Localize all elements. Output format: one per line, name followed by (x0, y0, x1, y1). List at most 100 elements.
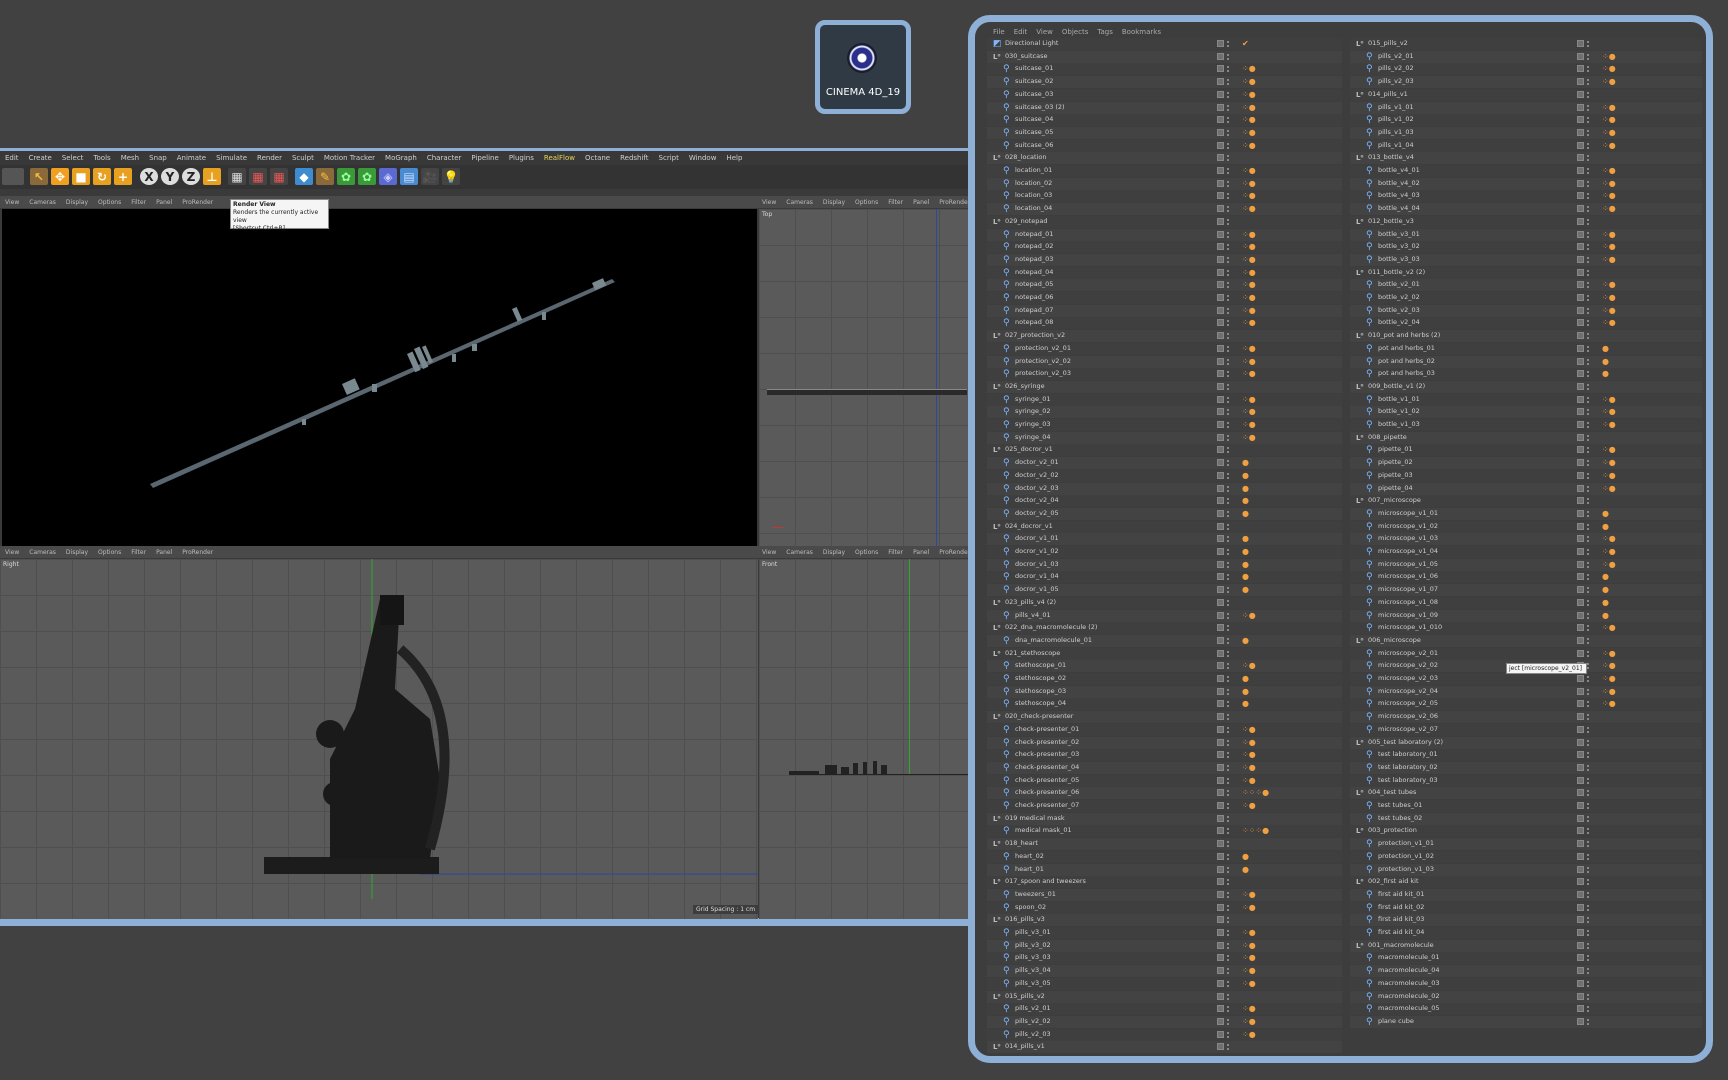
layer-toggle-icon[interactable] (1217, 776, 1224, 784)
visibility-dots-icon[interactable] (1587, 993, 1591, 1000)
layer-toggle-icon[interactable] (1577, 167, 1584, 174)
visibility-dots-icon[interactable] (1587, 955, 1591, 962)
layer-toggle-icon[interactable] (1217, 865, 1224, 873)
layer-toggle-icon[interactable] (1577, 408, 1584, 416)
tree-object-row[interactable]: ⚲ suitcase_03 ⁘● (987, 88, 1342, 101)
layer-toggle-icon[interactable] (1217, 509, 1224, 517)
layer-toggle-icon[interactable] (1217, 484, 1224, 492)
tree-object-row[interactable]: ⚲ docror_v1_02 ● (987, 546, 1342, 558)
visibility-dots-icon[interactable] (1587, 612, 1591, 619)
material-tags[interactable]: ⁘● (1602, 179, 1616, 189)
tree-object-row[interactable]: ⚲ spoon_02 ⁘● (987, 901, 1342, 914)
material-tags[interactable]: ● (1242, 699, 1249, 709)
material-tags[interactable]: ● (1242, 547, 1249, 557)
layer-toggle-icon[interactable] (1217, 954, 1224, 962)
menu-window[interactable]: Window (689, 154, 717, 162)
visibility-dots-icon[interactable] (1227, 434, 1231, 441)
layer-toggle-icon[interactable] (1217, 624, 1224, 632)
material-tags[interactable]: ● (1602, 369, 1609, 379)
layer-toggle-icon[interactable] (1577, 738, 1584, 746)
visibility-dots-icon[interactable] (1587, 41, 1591, 47)
visibility-dots-icon[interactable] (1227, 1044, 1231, 1051)
layer-toggle-icon[interactable] (1577, 700, 1584, 708)
layer-toggle-icon[interactable] (1577, 230, 1584, 238)
material-tags[interactable]: ● (1242, 585, 1249, 595)
tree-group-row[interactable]: L⁰ 015_pills_v2 (1350, 38, 1702, 50)
tree-object-row[interactable]: ⚲ microscope_v2_06 (1350, 711, 1702, 724)
visibility-dots-icon[interactable] (1227, 117, 1231, 124)
layer-toggle-icon[interactable] (1217, 929, 1224, 936)
tree-object-row[interactable]: ⚲ pills_v2_03 ⁘● (987, 1028, 1342, 1041)
visibility-dots-icon[interactable] (1587, 764, 1591, 771)
layer-toggle-icon[interactable] (1217, 344, 1224, 352)
layer-toggle-icon[interactable] (1217, 421, 1224, 428)
material-tags[interactable]: ⁘● (1242, 357, 1256, 367)
tree-object-row[interactable]: ⚲ check-presenter_02 ⁘● (987, 736, 1342, 749)
layer-toggle-icon[interactable] (1577, 484, 1584, 492)
layer-toggle-icon[interactable] (1577, 878, 1584, 886)
y-axis-lock-icon[interactable]: Y (161, 168, 179, 185)
layer-toggle-icon[interactable] (1217, 217, 1224, 225)
material-tags[interactable]: ● (1602, 509, 1609, 519)
visibility-dots-icon[interactable] (1587, 91, 1591, 98)
layer-toggle-icon[interactable] (1577, 916, 1584, 924)
tree-object-row[interactable]: ⚲ suitcase_02 ⁘● (987, 76, 1342, 89)
visibility-dots-icon[interactable] (1587, 333, 1591, 340)
tree-object-row[interactable]: ⚲ macromolecule_03 (1350, 977, 1702, 990)
menu-octane[interactable]: Octane (585, 154, 610, 162)
visibility-dots-icon[interactable] (1587, 536, 1591, 543)
layer-toggle-icon[interactable] (1577, 675, 1584, 682)
layer-toggle-icon[interactable] (1217, 103, 1224, 111)
tree-object-row[interactable]: ⚲ test laboratory_01 (1350, 749, 1702, 762)
tree-group-row[interactable]: L⁰ 018_heart (987, 838, 1342, 851)
vp-menu-options[interactable]: Options (98, 199, 121, 206)
visibility-dots-icon[interactable] (1227, 917, 1231, 924)
material-tags[interactable]: ● (1242, 674, 1249, 684)
layer-toggle-icon[interactable] (1217, 281, 1224, 289)
visibility-dots-icon[interactable] (1587, 282, 1591, 289)
menu-render[interactable]: Render (257, 154, 282, 162)
tree-object-row[interactable]: ⚲ bottle_v1_03 ⁘● (1350, 419, 1702, 431)
visibility-dots-icon[interactable] (1227, 790, 1231, 797)
tree-object-row[interactable]: ⚲ syringe_02 ⁘● (987, 406, 1342, 419)
menu-character[interactable]: Character (427, 154, 462, 162)
layer-toggle-icon[interactable] (1577, 967, 1584, 975)
visibility-dots-icon[interactable] (1587, 841, 1591, 848)
vp-menu-display[interactable]: Display (66, 199, 88, 206)
visibility-dots-icon[interactable] (1227, 930, 1231, 936)
visibility-dots-icon[interactable] (1227, 561, 1231, 568)
layer-toggle-icon[interactable] (1217, 611, 1224, 619)
tree-object-row[interactable]: ⚲ pills_v2_01 ⁘● (987, 1003, 1342, 1016)
layer-toggle-icon[interactable] (1577, 116, 1584, 124)
visibility-dots-icon[interactable] (1227, 295, 1231, 301)
material-tags[interactable]: ⁘● (1242, 141, 1256, 151)
layer-toggle-icon[interactable] (1577, 522, 1584, 530)
layer-toggle-icon[interactable] (1577, 509, 1584, 517)
layer-toggle-icon[interactable] (1577, 243, 1584, 251)
layer-toggle-icon[interactable] (1217, 471, 1224, 479)
menu-snap[interactable]: Snap (149, 154, 167, 162)
tree-object-row[interactable]: ⚲ microscope_v1_07 ● (1350, 584, 1702, 597)
material-tags[interactable]: ● (1242, 471, 1249, 481)
tree-object-row[interactable]: ⚲ pills_v4_01 ⁘● (987, 609, 1342, 622)
menu-pipeline[interactable]: Pipeline (471, 154, 498, 162)
visibility-dots-icon[interactable] (1227, 422, 1231, 428)
tree-object-row[interactable]: ⚲ docror_v1_03 ● (987, 558, 1342, 571)
tree-object-row[interactable]: ⚲ microscope_v2_07 (1350, 723, 1702, 736)
visibility-dots-icon[interactable] (1587, 180, 1591, 187)
layer-toggle-icon[interactable] (1217, 713, 1224, 721)
light-icon[interactable]: 💡 (442, 168, 460, 185)
layer-toggle-icon[interactable] (1577, 560, 1584, 568)
tree-object-row[interactable]: ⚲ docror_v1_01 ● (987, 533, 1342, 546)
layer-toggle-icon[interactable] (1577, 103, 1584, 111)
layer-toggle-icon[interactable] (1217, 319, 1224, 327)
visibility-dots-icon[interactable] (1587, 472, 1591, 479)
tree-group-row[interactable]: L⁰ 019 medical mask (987, 812, 1342, 825)
visibility-dots-icon[interactable] (1587, 803, 1591, 809)
tree-object-row[interactable]: ⚲ test laboratory_03 (1350, 774, 1702, 787)
menu-create[interactable]: Create (29, 154, 52, 162)
material-tags[interactable]: ⁘● (1602, 547, 1616, 557)
tree-object-row[interactable]: ⚲ test tubes_01 (1350, 800, 1702, 812)
layer-toggle-icon[interactable] (1217, 243, 1224, 251)
visibility-dots-icon[interactable] (1227, 66, 1231, 73)
